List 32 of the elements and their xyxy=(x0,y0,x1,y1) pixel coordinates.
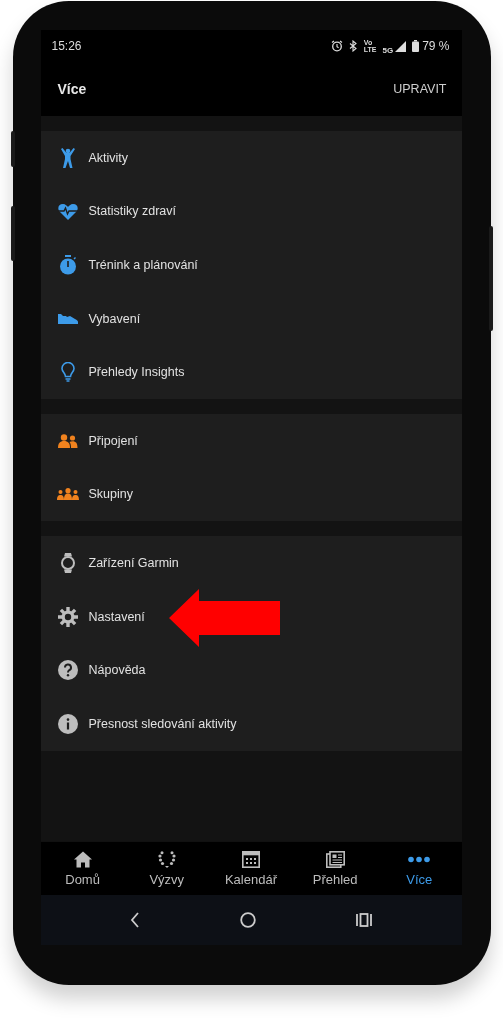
nav-tab[interactable]: Domů xyxy=(42,842,123,895)
signal-icon xyxy=(395,40,407,52)
battery-icon xyxy=(412,40,420,52)
alarm-icon xyxy=(330,40,343,52)
status-time: 15:26 xyxy=(51,39,82,53)
menu-item[interactable]: Vybavení xyxy=(40,291,462,346)
nav-tab[interactable]: Kalendář xyxy=(210,842,291,895)
menu-item[interactable]: Připojení xyxy=(40,413,462,468)
edit-button[interactable]: UPRAVIT xyxy=(393,80,447,98)
calendar-icon xyxy=(241,850,260,868)
menu-item[interactable]: Přesnost sledování aktivity xyxy=(40,696,462,751)
battery-percent: 79 % xyxy=(422,39,450,53)
menu-item[interactable]: Skupiny xyxy=(40,467,462,522)
menu-item[interactable]: Zařízení Garmin xyxy=(40,536,462,590)
screen-title: Více xyxy=(57,81,87,97)
menu-item[interactable]: Trénink a plánování xyxy=(40,238,462,292)
nav-tab[interactable]: Více xyxy=(379,842,460,895)
bluetooth-icon xyxy=(348,40,358,52)
circle-icon xyxy=(240,912,256,928)
menu-item[interactable]: Nápověda xyxy=(40,643,462,697)
nav-tab[interactable]: Výzvy xyxy=(126,842,207,895)
nav-tab[interactable]: Přehled xyxy=(295,842,376,895)
menu-item[interactable]: Statistiky zdraví xyxy=(40,184,462,239)
menu-item[interactable]: Aktivity xyxy=(40,131,462,185)
laurel-icon xyxy=(157,850,176,868)
newspaper-icon xyxy=(325,850,345,868)
home-icon xyxy=(73,850,92,868)
network-label: 5G xyxy=(382,45,394,55)
menu-item[interactable]: Nastavení xyxy=(40,589,462,644)
recents-icon xyxy=(356,913,372,927)
menu-item[interactable]: Přehledy Insights xyxy=(40,345,462,399)
back-icon xyxy=(130,912,140,928)
